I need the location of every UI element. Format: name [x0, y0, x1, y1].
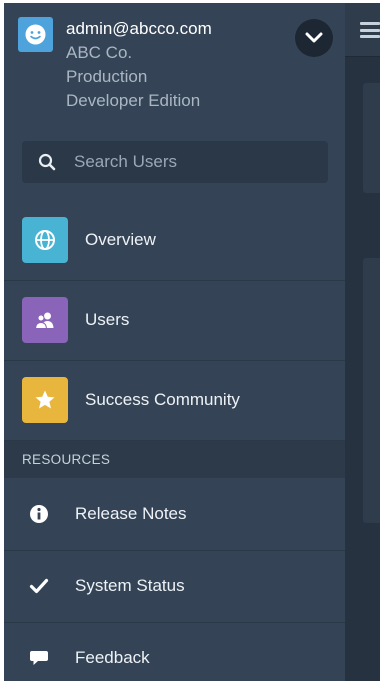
overview-tile — [22, 217, 68, 263]
resources-section-header: RESOURCES — [4, 441, 345, 478]
resource-item-feedback[interactable]: Feedback — [4, 622, 345, 681]
checkmark-icon — [29, 578, 49, 594]
account-email: admin@abcco.com — [66, 19, 212, 38]
app-frame: admin@abcco.com ABC Co. Production Devel… — [4, 3, 380, 681]
hamburger-menu-icon[interactable] — [360, 22, 380, 38]
search-box[interactable] — [22, 141, 328, 183]
account-header: admin@abcco.com ABC Co. Production Devel… — [4, 3, 345, 125]
search-input[interactable] — [74, 141, 314, 183]
nav-item-label: Success Community — [85, 390, 240, 409]
environment-label: Production — [66, 67, 148, 86]
info-icon — [30, 505, 48, 523]
nav-item-success-community[interactable]: Success Community — [4, 360, 345, 441]
users-tile — [22, 297, 68, 343]
resource-item-label: Release Notes — [75, 504, 187, 523]
edition-label: Developer Edition — [66, 91, 201, 110]
navigation-drawer: admin@abcco.com ABC Co. Production Devel… — [4, 3, 345, 681]
account-menu-button[interactable] — [295, 19, 333, 57]
resource-item-label: System Status — [75, 576, 185, 595]
org-name: ABC Co. — [66, 43, 133, 62]
smiley-face-icon — [25, 24, 46, 45]
background-card — [363, 83, 380, 193]
nav-item-label: Users — [85, 310, 130, 329]
resource-item-label: Feedback — [75, 648, 150, 667]
nav-item-overview[interactable]: Overview — [4, 200, 345, 281]
main-content-background — [345, 3, 380, 681]
background-card — [363, 258, 380, 523]
resource-item-release-notes[interactable]: Release Notes — [4, 478, 345, 551]
avatar — [18, 17, 53, 52]
users-icon — [34, 312, 54, 329]
resource-item-system-status[interactable]: System Status — [4, 550, 345, 623]
speech-bubble-icon — [30, 651, 48, 665]
star-icon — [35, 390, 55, 409]
nav-item-label: Overview — [85, 230, 156, 249]
top-bar — [345, 3, 380, 57]
success-community-tile — [22, 377, 68, 423]
search-icon — [38, 153, 56, 171]
globe-icon — [35, 230, 55, 250]
nav-item-users[interactable]: Users — [4, 280, 345, 361]
chevron-down-icon — [305, 32, 323, 43]
